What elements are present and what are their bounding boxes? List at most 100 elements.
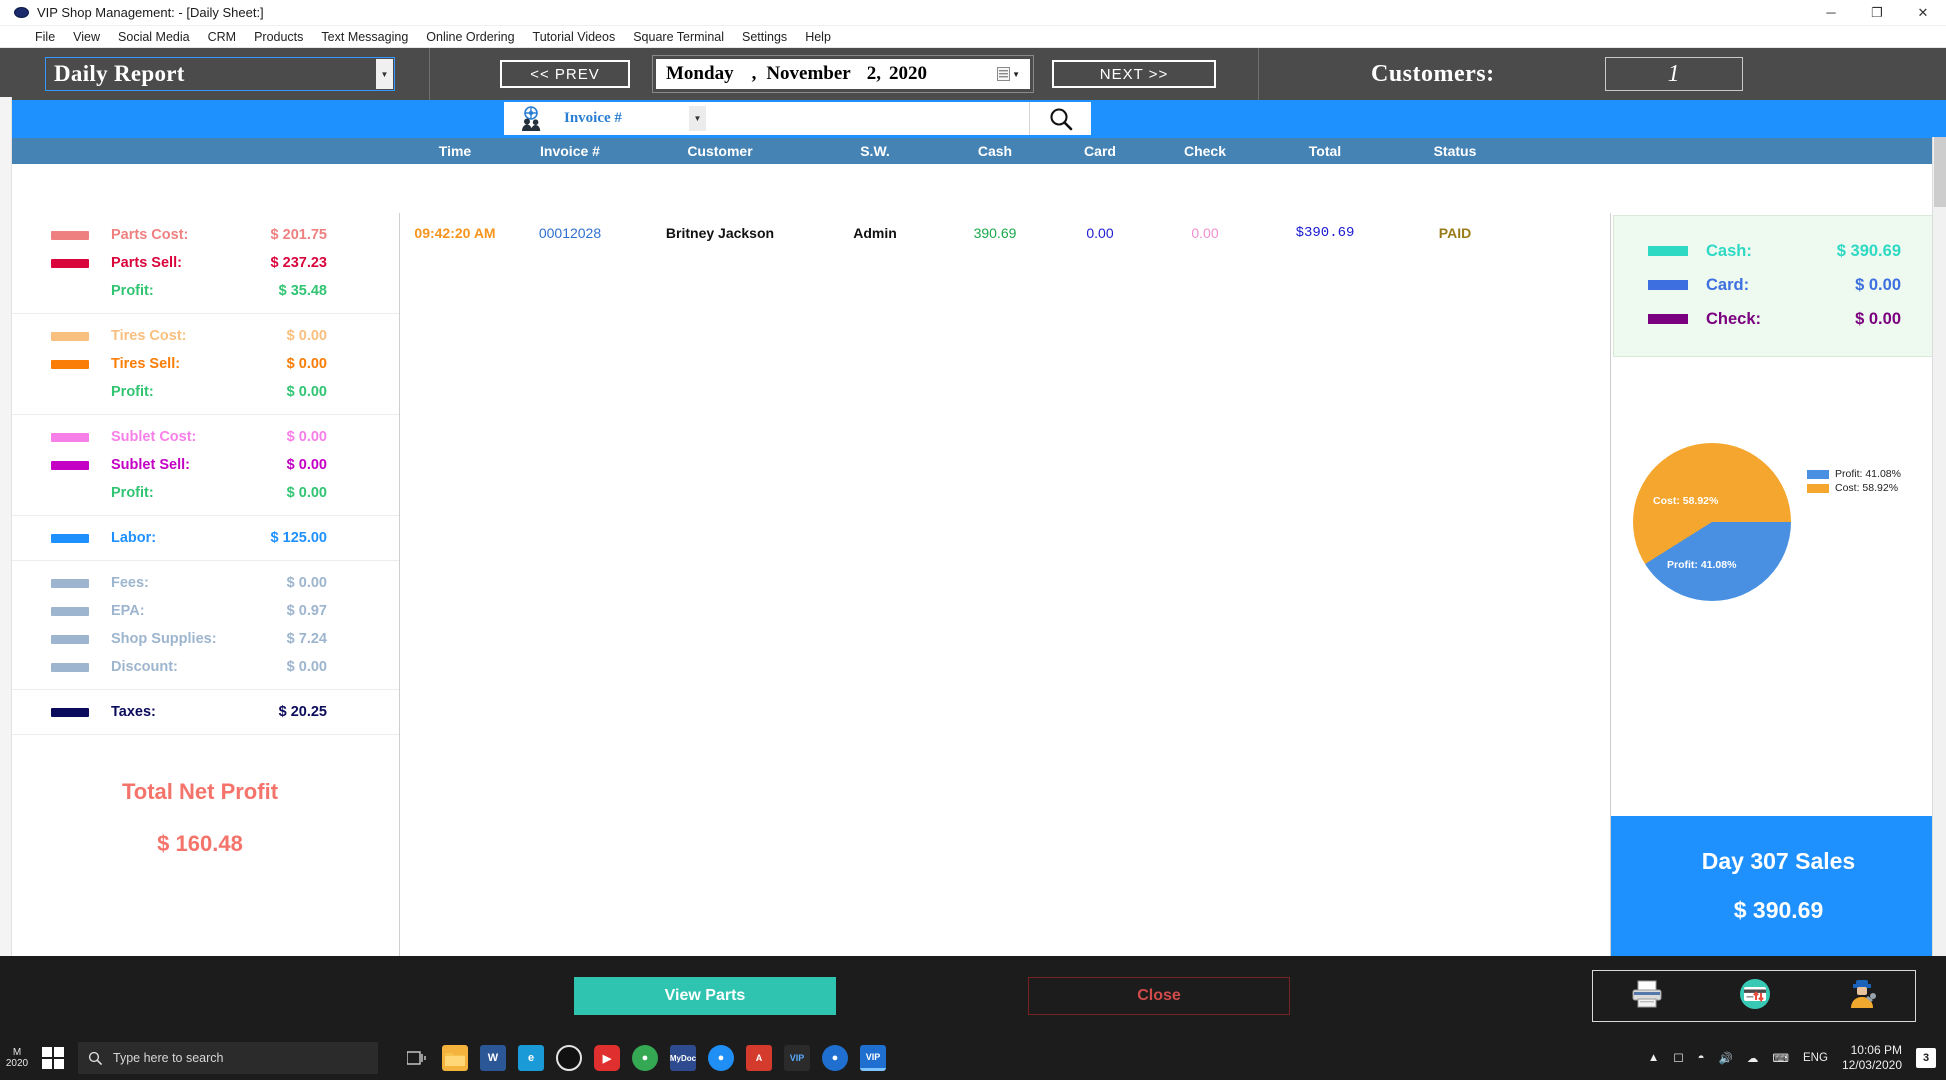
menu-item-help[interactable]: Help [796,28,840,46]
payment-label: Cash: [1706,242,1752,261]
column-header[interactable]: Card [1050,143,1150,159]
maximize-button[interactable]: ❐ [1854,0,1900,26]
start-button[interactable] [42,1047,64,1069]
menu-item-products[interactable]: Products [245,28,312,46]
metric-row: Parts Cost:$ 201.75 [1,221,399,249]
metric-label: Parts Sell: [111,255,182,271]
legend-item: Profit: 41.08% [1807,467,1901,481]
legend-swatch [1807,484,1829,493]
menu-bar: FileViewSocial MediaCRMProductsText Mess… [0,26,1946,48]
cell-customer: Britney Jackson [630,225,810,241]
prev-day-button[interactable]: << PREV [500,60,630,88]
tray-chevron-up-icon[interactable]: ▲ [1648,1052,1659,1064]
vip-blue-icon[interactable]: ● [822,1045,848,1071]
metric-value: $ 0.00 [287,384,327,400]
column-header[interactable]: Total [1260,143,1390,159]
chevron-down-icon[interactable]: ▼ [376,59,393,89]
volume-icon[interactable]: 🔊 [1719,1051,1733,1065]
search-field[interactable]: Invoice # ▼ [504,102,1029,135]
minimize-button[interactable]: ─ [1808,0,1854,26]
metric-row: Profit:$ 0.00 [1,479,399,507]
column-header[interactable]: Check [1150,143,1260,159]
date-picker[interactable]: Monday , November 2, 2020 ▼ [652,55,1034,93]
youtube-icon[interactable]: ▶ [594,1045,620,1071]
column-header[interactable]: Invoice # [510,143,630,159]
chrome-icon[interactable]: ● [632,1045,658,1071]
day-sales-box: Day 307 Sales $ 390.69 [1611,816,1946,956]
search-submit-button[interactable] [1029,102,1091,135]
word-icon[interactable]: W [480,1045,506,1071]
close-button[interactable]: Close [1028,977,1290,1015]
close-window-button[interactable]: ✕ [1900,0,1946,26]
menu-item-tutorial-videos[interactable]: Tutorial Videos [524,28,625,46]
payment-row: Card:$ 0.00 [1614,268,1943,302]
column-header[interactable]: Time [400,143,510,159]
clock[interactable]: 10:06 PM 12/03/2020 [1842,1043,1902,1073]
metric-color-swatch [51,231,89,240]
mydoc-icon[interactable]: MyDoc [670,1045,696,1071]
technician-icon[interactable] [1846,978,1878,1015]
column-header[interactable]: Cash [940,143,1050,159]
metric-value: $ 0.00 [287,328,327,344]
credit-card-icon[interactable] [1738,977,1772,1016]
vertical-scrollbar[interactable] [1932,137,1946,956]
vip-active-icon[interactable]: VIP [860,1045,886,1071]
menu-item-text-messaging[interactable]: Text Messaging [312,28,417,46]
taskbar-search[interactable]: Type here to search [78,1042,378,1074]
cell-status: PAID [1390,225,1520,241]
report-type-select[interactable]: Daily Report ▼ [45,57,395,91]
menu-item-social-media[interactable]: Social Media [109,28,199,46]
metric-value: $ 0.00 [287,659,327,675]
edge-icon[interactable]: e [518,1045,544,1071]
menu-item-square-terminal[interactable]: Square Terminal [624,28,733,46]
menu-item-crm[interactable]: CRM [199,28,245,46]
keyboard-icon[interactable]: ⌨ [1772,1051,1789,1065]
printer-icon[interactable] [1630,979,1664,1014]
opera-icon[interactable] [556,1045,582,1071]
menu-item-view[interactable]: View [64,28,109,46]
legend-swatch [1807,470,1829,479]
next-day-button[interactable]: NEXT >> [1052,60,1216,88]
language-indicator[interactable]: ENG [1803,1052,1828,1064]
search-mode-dropdown-icon[interactable]: ▼ [689,106,706,131]
legend-label: Profit: 41.08% [1835,468,1901,480]
column-header[interactable]: Customer [630,143,810,159]
cloud-icon[interactable]: ☁ [1747,1051,1759,1065]
wifi-icon[interactable]: ◓ [1698,1052,1705,1064]
metric-value: $ 0.00 [287,356,327,372]
cell-total: $390.69 [1260,225,1390,241]
chart-legend: Profit: 41.08%Cost: 58.92% [1807,467,1901,495]
customer-group-icon [516,106,546,132]
metric-color-swatch [51,259,89,268]
messenger-icon[interactable]: ● [708,1045,734,1071]
table-header: TimeInvoice #CustomerS.W.CashCardCheckTo… [0,138,1946,164]
table-row[interactable]: 09:42:20 AM00012028Britney JacksonAdmin3… [400,219,1610,247]
file-explorer-icon[interactable] [442,1045,468,1071]
column-header[interactable]: S.W. [810,143,940,159]
metric-row: Profit:$ 0.00 [1,378,399,406]
menu-item-file[interactable]: File [26,28,64,46]
column-header[interactable]: Status [1390,143,1520,159]
metric-label: Labor: [111,530,156,546]
pdf-icon[interactable]: A [746,1045,772,1071]
metric-row: Fees:$ 0.00 [1,569,399,597]
onedrive-icon[interactable]: ☐ [1673,1051,1683,1065]
menu-item-settings[interactable]: Settings [733,28,796,46]
day-sales-value: $ 390.69 [1734,897,1824,924]
notification-badge[interactable]: 3 [1916,1048,1936,1068]
calendar-picker-icon[interactable]: ▼ [975,67,1020,81]
scrollbar-thumb[interactable] [1934,137,1946,207]
metric-row: Tires Cost:$ 0.00 [1,322,399,350]
payment-row: Cash:$ 390.69 [1614,234,1943,268]
metric-value: $ 20.25 [279,704,327,720]
metric-group: Sublet Cost:$ 0.00Sublet Sell:$ 0.00Prof… [1,415,399,516]
profit-cost-chart: Cost: 58.92% Profit: 41.08% Profit: 41.0… [1611,357,1946,816]
day-sales-title: Day 307 Sales [1702,848,1855,875]
task-view-icon[interactable] [404,1045,430,1071]
menu-item-online-ordering[interactable]: Online Ordering [417,28,523,46]
metric-value: $ 0.00 [287,485,327,501]
metric-label: Fees: [111,575,149,591]
vip-icon[interactable]: VIP [784,1045,810,1071]
view-parts-button[interactable]: View Parts [574,977,836,1015]
metric-value: $ 0.00 [287,457,327,473]
